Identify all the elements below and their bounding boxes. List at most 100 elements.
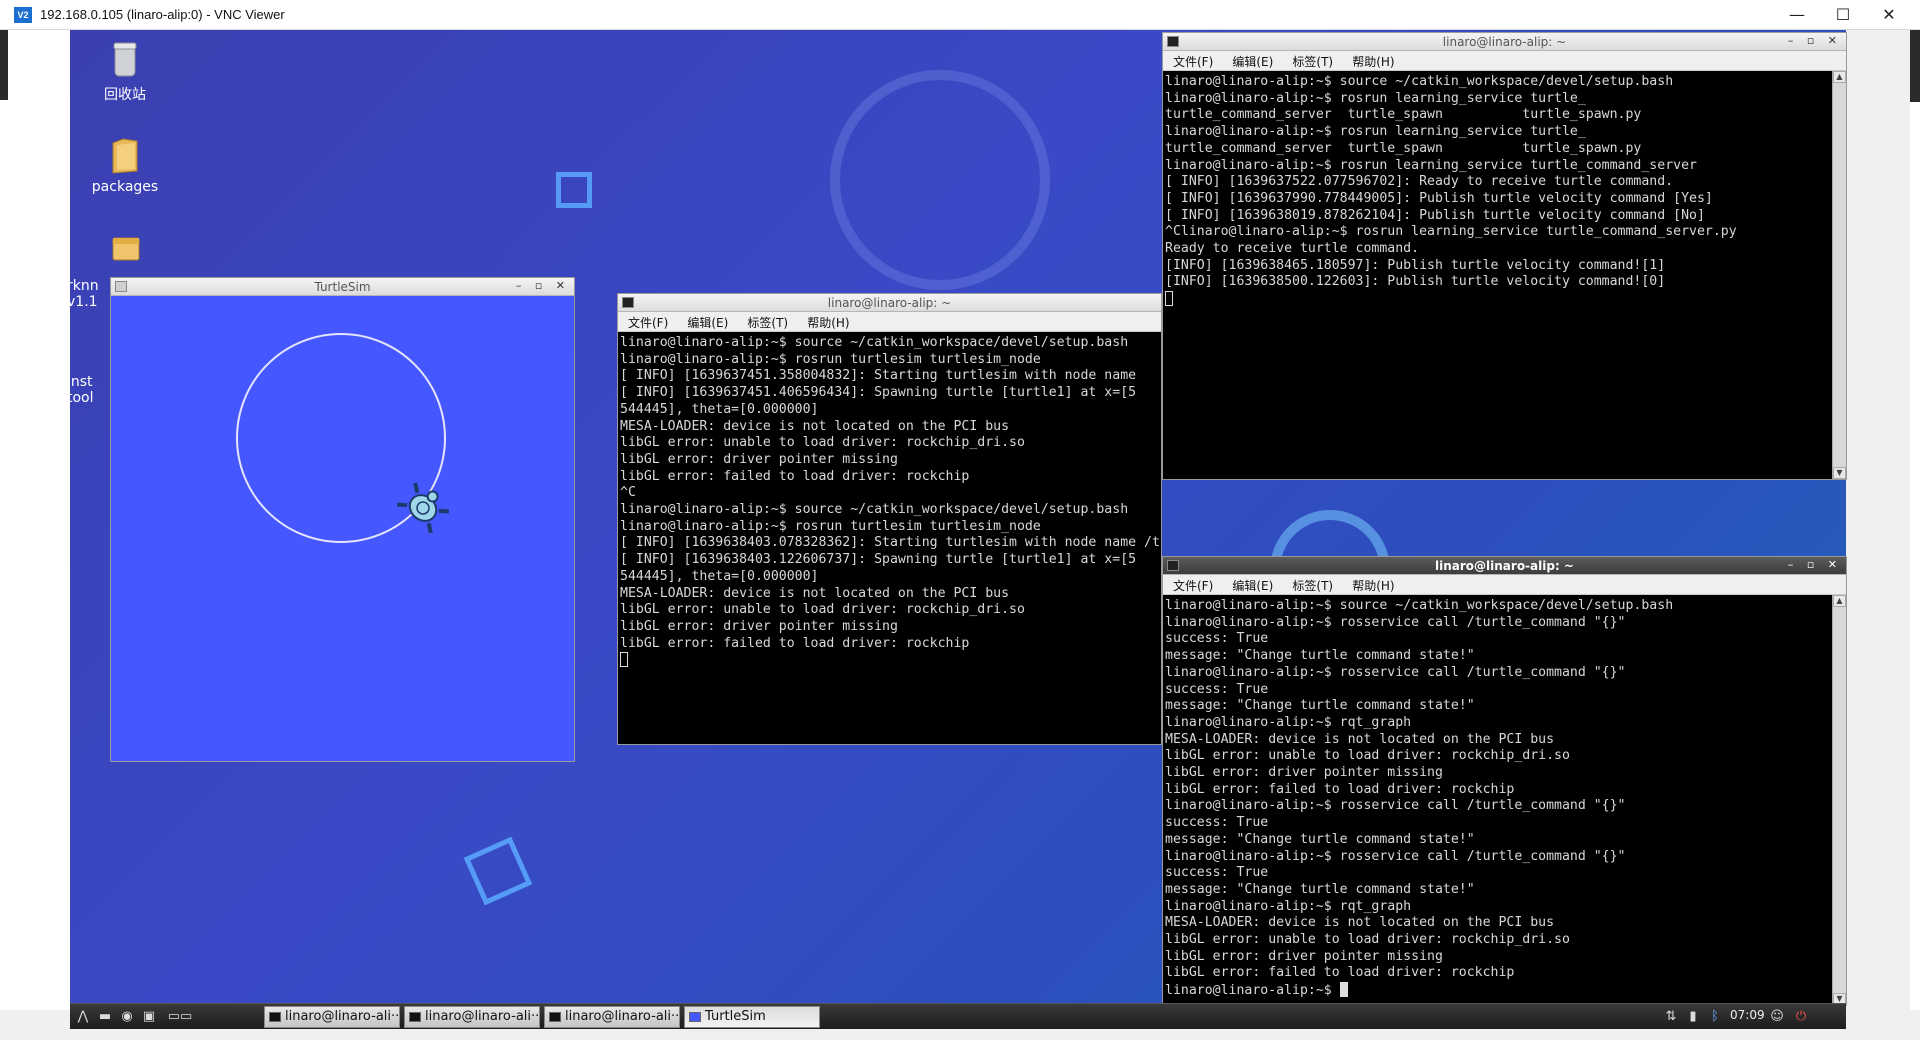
turtlesim-window[interactable]: TurtleSim – ▫ ✕ xyxy=(110,277,575,762)
menu-tabs[interactable]: 标签(T) xyxy=(1292,576,1333,596)
taskbar-item-terminal-2[interactable]: linaro@linaro-ali··· xyxy=(404,1006,540,1028)
scroll-up-arrow-icon[interactable]: ▲ xyxy=(1833,595,1846,607)
menu-file[interactable]: 文件(F) xyxy=(628,313,668,333)
terminal-line: [ INFO] [1639637451.358004832]: Starting… xyxy=(620,368,1137,384)
terminal-line: linaro@linaro-alip:~$ rqt_graph xyxy=(1165,714,1412,730)
terminal-top-scrollbar[interactable]: ▲ ▼ xyxy=(1832,71,1846,479)
desktop-icon-label: packages xyxy=(91,179,159,195)
terminal-window-bottom[interactable]: linaro@linaro-alip: ~ – ▫ ✕ 文件(F) 编辑(E) … xyxy=(1162,556,1847,1006)
vnc-frame-right-dark xyxy=(1910,30,1920,102)
turtlesim-canvas xyxy=(111,296,574,761)
desktop-icon-label-install[interactable]: inst tool xyxy=(70,374,94,406)
terminal-line: turtle_command_server turtle_spawn turtl… xyxy=(1165,107,1642,123)
signal-icon[interactable]: ▮ xyxy=(1684,1008,1702,1026)
terminal-line: linaro@linaro-alip:~$ rosservice call /t… xyxy=(1165,664,1626,680)
terminal-line: MESA-LOADER: device is not located on th… xyxy=(620,418,1010,434)
vnc-titlebar: V2 192.168.0.105 (linaro-alip:0) - VNC V… xyxy=(0,0,1920,30)
terminal-mid-titlebar[interactable]: linaro@linaro-alip: ~ xyxy=(618,294,1161,312)
workspace-switcher-icon[interactable]: ▭▭ xyxy=(162,1008,198,1026)
terminal-line: 544445], theta=[0.000000] xyxy=(620,568,819,584)
terminal-line: MESA-LOADER: device is not located on th… xyxy=(1165,731,1555,747)
menu-help[interactable]: 帮助(H) xyxy=(1352,52,1394,72)
taskbar-item-label: linaro@linaro-ali··· xyxy=(565,1009,680,1024)
menu-file[interactable]: 文件(F) xyxy=(1173,52,1213,72)
terminal-line: linaro@linaro-alip:~$ rosrun turtlesim t… xyxy=(620,518,1041,534)
desktop-icon-trash[interactable]: 回收站 xyxy=(89,40,161,104)
text-cursor xyxy=(1339,982,1348,998)
taskbar-item-terminal-1[interactable]: linaro@linaro-ali··· xyxy=(264,1006,400,1028)
terminal-cursor-line xyxy=(620,652,1159,670)
desktop-icon-packages[interactable]: packages xyxy=(89,135,161,195)
terminal-bottom-scrollbar[interactable]: ▲ ▼ xyxy=(1832,595,1846,1005)
terminal-top-title: linaro@linaro-alip: ~ xyxy=(1442,35,1567,49)
terminal-top-titlebar[interactable]: linaro@linaro-alip: ~ – ▫ ✕ xyxy=(1163,33,1846,51)
terminal-line: message: "Change turtle command state!" xyxy=(1165,698,1475,714)
menu-launcher-icon[interactable]: ⋀ xyxy=(74,1008,92,1026)
vnc-app-icon: V2 xyxy=(14,7,32,23)
terminal-line: linaro@linaro-alip:~$ source ~/catkin_wo… xyxy=(1165,598,1674,613)
wallpaper-circle xyxy=(830,70,1050,290)
terminal-line: linaro@linaro-alip:~$ rosrun turtlesim t… xyxy=(620,351,1041,367)
network-icon[interactable]: ⇅ xyxy=(1662,1008,1680,1026)
scroll-down-arrow-icon[interactable]: ▼ xyxy=(1833,467,1846,479)
terminal-line: libGL error: failed to load driver: rock… xyxy=(1165,965,1515,981)
terminal-line: [INFO] [1639638500.122603]: Publish turt… xyxy=(1165,274,1666,290)
taskbar-item-terminal-3[interactable]: linaro@linaro-ali··· xyxy=(544,1006,680,1028)
file-manager-icon[interactable]: ▣ xyxy=(140,1008,158,1026)
taskbar-item-turtlesim[interactable]: TurtleSim xyxy=(684,1006,820,1028)
menu-help[interactable]: 帮助(H) xyxy=(807,313,849,333)
scroll-up-arrow-icon[interactable]: ▲ xyxy=(1833,71,1846,83)
menu-edit[interactable]: 编辑(E) xyxy=(1232,52,1273,72)
desktop-icon-rknn[interactable] xyxy=(89,228,161,272)
terminal-bottom-menubar: 文件(F) 编辑(E) 标签(T) 帮助(H) xyxy=(1163,575,1846,595)
menu-file[interactable]: 文件(F) xyxy=(1173,576,1213,596)
terminal-line: message: "Change turtle command state!" xyxy=(1165,831,1475,847)
vnc-window-title: 192.168.0.105 (linaro-alip:0) - VNC View… xyxy=(40,7,285,22)
terminal-mid-title: linaro@linaro-alip: ~ xyxy=(827,296,952,310)
terminal-line: [ INFO] [1639638403.122606737]: Spawning… xyxy=(620,552,1137,568)
taskbar-clock[interactable]: 07:09 xyxy=(1730,1008,1765,1022)
terminal-line: MESA-LOADER: device is not located on th… xyxy=(620,585,1010,601)
terminal-line: ^Clinaro@linaro-alip:~$ rosrun learning_… xyxy=(1165,224,1737,240)
browser-icon[interactable]: ◉ xyxy=(118,1008,136,1026)
terminal-line: [ INFO] [1639637451.406596434]: Spawning… xyxy=(620,385,1137,401)
terminal-mid-output[interactable]: linaro@linaro-alip:~$ source ~/catkin_wo… xyxy=(618,332,1161,744)
menu-tabs[interactable]: 标签(T) xyxy=(1292,52,1333,72)
window-controls[interactable]: – ▫ ✕ xyxy=(516,279,570,292)
bluetooth-icon[interactable]: ᛒ xyxy=(1706,1008,1724,1026)
taskbar-item-label: linaro@linaro-ali··· xyxy=(285,1009,400,1024)
terminal-window-mid[interactable]: linaro@linaro-alip: ~ 文件(F) 编辑(E) 标签(T) … xyxy=(617,293,1162,745)
minimize-all-icon[interactable]: ▬ xyxy=(96,1008,114,1026)
terminal-top-menubar: 文件(F) 编辑(E) 标签(T) 帮助(H) xyxy=(1163,51,1846,71)
turtle-icon xyxy=(689,1012,701,1022)
terminal-line: message: "Change turtle command state!" xyxy=(1165,648,1475,664)
terminal-line: libGL error: driver pointer missing xyxy=(1165,948,1443,964)
turtle-path xyxy=(236,333,449,543)
terminal-line: [ INFO] [1639637522.077596702]: Ready to… xyxy=(1165,174,1674,190)
terminal-top-output[interactable]: linaro@linaro-alip:~$ source ~/catkin_wo… xyxy=(1163,71,1832,479)
close-button[interactable]: ✕ xyxy=(1866,0,1912,30)
terminal-bottom-titlebar[interactable]: linaro@linaro-alip: ~ – ▫ ✕ xyxy=(1163,557,1846,575)
window-controls[interactable]: – ▫ ✕ xyxy=(1788,34,1842,47)
taskbar: ⋀ ▬ ◉ ▣ ▭▭ linaro@linaro-ali··· linaro@l… xyxy=(70,1003,1846,1029)
package-icon xyxy=(112,237,140,261)
minimize-button[interactable]: — xyxy=(1774,0,1820,30)
vnc-frame-left-light xyxy=(0,100,8,1010)
terminal-bottom-title: linaro@linaro-alip: ~ xyxy=(1435,559,1574,573)
window-controls[interactable]: – ▫ ✕ xyxy=(1788,558,1842,571)
terminal-line: libGL error: driver pointer missing xyxy=(620,618,898,634)
terminal-cursor-line xyxy=(1165,291,1830,309)
user-icon[interactable]: ☺ xyxy=(1768,1008,1786,1026)
turtlesim-titlebar[interactable]: TurtleSim – ▫ ✕ xyxy=(111,278,574,296)
maximize-button[interactable]: ☐ xyxy=(1820,0,1866,30)
terminal-line: success: True xyxy=(1165,631,1269,647)
terminal-bottom-output[interactable]: linaro@linaro-alip:~$ source ~/catkin_wo… xyxy=(1163,595,1832,1005)
terminal-window-top[interactable]: linaro@linaro-alip: ~ – ▫ ✕ 文件(F) 编辑(E) … xyxy=(1162,32,1847,480)
menu-edit[interactable]: 编辑(E) xyxy=(1232,576,1273,596)
menu-help[interactable]: 帮助(H) xyxy=(1352,576,1394,596)
turtle-icon xyxy=(397,482,449,534)
menu-tabs[interactable]: 标签(T) xyxy=(747,313,788,333)
menu-edit[interactable]: 编辑(E) xyxy=(687,313,728,333)
power-icon[interactable]: ⏻ xyxy=(1792,1008,1810,1026)
terminal-icon xyxy=(409,1012,421,1022)
